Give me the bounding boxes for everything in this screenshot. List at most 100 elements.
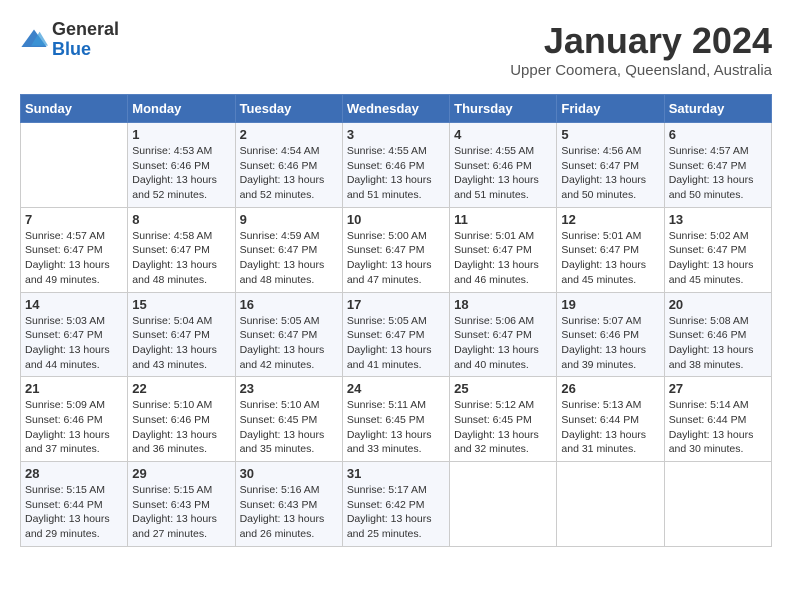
day-number: 22 — [132, 381, 230, 396]
week-row-3: 14 Sunrise: 5:03 AM Sunset: 6:47 PM Dayli… — [21, 292, 772, 377]
day-info: Sunrise: 5:13 AM Sunset: 6:44 PM Dayligh… — [561, 398, 659, 457]
calendar-cell: 16Sunrise: 5:05 AM Sunset: 6:47 PM Dayli… — [235, 292, 342, 377]
calendar-cell — [21, 123, 128, 208]
day-number: 24 — [347, 381, 445, 396]
logo-general: General — [52, 19, 119, 39]
day-number: 12 — [561, 212, 659, 227]
day-info: Sunrise: 5:09 AM Sunset: 6:46 PM Dayligh… — [25, 398, 123, 457]
day-info: Sunrise: 4:55 AM Sunset: 6:46 PM Dayligh… — [347, 144, 445, 203]
day-number: 25 — [454, 381, 552, 396]
calendar-cell: 4Sunrise: 4:55 AM Sunset: 6:46 PM Daylig… — [450, 123, 557, 208]
day-info: Sunrise: 4:58 AM Sunset: 6:47 PM Dayligh… — [132, 229, 230, 288]
day-number: 10 — [347, 212, 445, 227]
day-number: 14 — [25, 297, 123, 312]
day-info: Sunrise: 5:15 AM Sunset: 6:44 PM Dayligh… — [25, 483, 123, 542]
logo-text: General Blue — [52, 20, 119, 60]
calendar-cell: 1 Sunrise: 4:53 AM Sunset: 6:46 PM Daylig… — [128, 123, 235, 208]
calendar-cell: 9 Sunrise: 4:59 AM Sunset: 6:47 PM Daylig… — [235, 207, 342, 292]
calendar-cell — [664, 462, 771, 547]
calendar-cell: 19Sunrise: 5:07 AM Sunset: 6:46 PM Dayli… — [557, 292, 664, 377]
day-number: 27 — [669, 381, 767, 396]
day-info: Sunrise: 4:55 AM Sunset: 6:46 PM Dayligh… — [454, 144, 552, 203]
day-number: 18 — [454, 297, 552, 312]
logo-icon — [20, 26, 48, 54]
day-info: Sunrise: 4:53 AM Sunset: 6:46 PM Dayligh… — [132, 144, 230, 203]
day-info: Sunrise: 5:02 AM Sunset: 6:47 PM Dayligh… — [669, 229, 767, 288]
day-info: Sunrise: 5:01 AM Sunset: 6:47 PM Dayligh… — [454, 229, 552, 288]
day-number: 29 — [132, 466, 230, 481]
day-info: Sunrise: 5:08 AM Sunset: 6:46 PM Dayligh… — [669, 314, 767, 373]
day-number: 9 — [240, 212, 338, 227]
calendar-cell: 25Sunrise: 5:12 AM Sunset: 6:45 PM Dayli… — [450, 377, 557, 462]
day-number: 30 — [240, 466, 338, 481]
week-row-2: 7 Sunrise: 4:57 AM Sunset: 6:47 PM Daylig… — [21, 207, 772, 292]
day-number: 7 — [25, 212, 123, 227]
day-info: Sunrise: 5:04 AM Sunset: 6:47 PM Dayligh… — [132, 314, 230, 373]
calendar-cell: 7 Sunrise: 4:57 AM Sunset: 6:47 PM Daylig… — [21, 207, 128, 292]
calendar-cell: 27Sunrise: 5:14 AM Sunset: 6:44 PM Dayli… — [664, 377, 771, 462]
day-info: Sunrise: 5:06 AM Sunset: 6:47 PM Dayligh… — [454, 314, 552, 373]
calendar-cell: 18 Sunrise: 5:06 AM Sunset: 6:47 PM Dayli… — [450, 292, 557, 377]
day-number: 15 — [132, 297, 230, 312]
logo-blue: Blue — [52, 39, 91, 59]
calendar-cell: 30 Sunrise: 5:16 AM Sunset: 6:43 PM Dayli… — [235, 462, 342, 547]
day-info: Sunrise: 5:11 AM Sunset: 6:45 PM Dayligh… — [347, 398, 445, 457]
weekday-header-thursday: Thursday — [450, 95, 557, 123]
weekday-header-friday: Friday — [557, 95, 664, 123]
day-info: Sunrise: 4:57 AM Sunset: 6:47 PM Dayligh… — [669, 144, 767, 203]
calendar-cell: 22 Sunrise: 5:10 AM Sunset: 6:46 PM Dayli… — [128, 377, 235, 462]
calendar-cell: 10 Sunrise: 5:00 AM Sunset: 6:47 PM Dayli… — [342, 207, 449, 292]
page-header: General Blue January 2024 Upper Coomera,… — [20, 20, 772, 79]
calendar-cell: 15 Sunrise: 5:04 AM Sunset: 6:47 PM Dayli… — [128, 292, 235, 377]
location-subtitle: Upper Coomera, Queensland, Australia — [510, 62, 772, 79]
day-number: 21 — [25, 381, 123, 396]
calendar-cell: 6Sunrise: 4:57 AM Sunset: 6:47 PM Daylig… — [664, 123, 771, 208]
calendar-cell: 8Sunrise: 4:58 AM Sunset: 6:47 PM Daylig… — [128, 207, 235, 292]
calendar-cell: 14 Sunrise: 5:03 AM Sunset: 6:47 PM Dayli… — [21, 292, 128, 377]
day-number: 20 — [669, 297, 767, 312]
day-info: Sunrise: 5:17 AM Sunset: 6:42 PM Dayligh… — [347, 483, 445, 542]
day-info: Sunrise: 5:10 AM Sunset: 6:45 PM Dayligh… — [240, 398, 338, 457]
day-number: 19 — [561, 297, 659, 312]
calendar-table: SundayMondayTuesdayWednesdayThursdayFrid… — [20, 94, 772, 547]
calendar-cell: 23 Sunrise: 5:10 AM Sunset: 6:45 PM Dayli… — [235, 377, 342, 462]
day-info: Sunrise: 5:00 AM Sunset: 6:47 PM Dayligh… — [347, 229, 445, 288]
day-number: 31 — [347, 466, 445, 481]
week-row-4: 21 Sunrise: 5:09 AM Sunset: 6:46 PM Dayli… — [21, 377, 772, 462]
day-number: 28 — [25, 466, 123, 481]
calendar-cell: 21 Sunrise: 5:09 AM Sunset: 6:46 PM Dayli… — [21, 377, 128, 462]
day-info: Sunrise: 4:54 AM Sunset: 6:46 PM Dayligh… — [240, 144, 338, 203]
day-number: 5 — [561, 127, 659, 142]
day-number: 1 — [132, 127, 230, 142]
day-number: 13 — [669, 212, 767, 227]
day-info: Sunrise: 4:59 AM Sunset: 6:47 PM Dayligh… — [240, 229, 338, 288]
calendar-cell: 11Sunrise: 5:01 AM Sunset: 6:47 PM Dayli… — [450, 207, 557, 292]
day-info: Sunrise: 5:16 AM Sunset: 6:43 PM Dayligh… — [240, 483, 338, 542]
title-block: January 2024 Upper Coomera, Queensland, … — [510, 20, 772, 79]
day-info: Sunrise: 5:05 AM Sunset: 6:47 PM Dayligh… — [347, 314, 445, 373]
calendar-cell: 26Sunrise: 5:13 AM Sunset: 6:44 PM Dayli… — [557, 377, 664, 462]
calendar-cell: 2Sunrise: 4:54 AM Sunset: 6:46 PM Daylig… — [235, 123, 342, 208]
weekday-header-saturday: Saturday — [664, 95, 771, 123]
calendar-body: 1 Sunrise: 4:53 AM Sunset: 6:46 PM Daylig… — [21, 123, 772, 547]
calendar-cell — [557, 462, 664, 547]
calendar-cell: 5Sunrise: 4:56 AM Sunset: 6:47 PM Daylig… — [557, 123, 664, 208]
calendar-cell: 31 Sunrise: 5:17 AM Sunset: 6:42 PM Dayli… — [342, 462, 449, 547]
calendar-cell: 20 Sunrise: 5:08 AM Sunset: 6:46 PM Dayli… — [664, 292, 771, 377]
day-info: Sunrise: 5:01 AM Sunset: 6:47 PM Dayligh… — [561, 229, 659, 288]
calendar-header-row: SundayMondayTuesdayWednesdayThursdayFrid… — [21, 95, 772, 123]
weekday-header-monday: Monday — [128, 95, 235, 123]
day-number: 16 — [240, 297, 338, 312]
day-info: Sunrise: 5:03 AM Sunset: 6:47 PM Dayligh… — [25, 314, 123, 373]
calendar-cell: 24 Sunrise: 5:11 AM Sunset: 6:45 PM Dayli… — [342, 377, 449, 462]
calendar-cell: 12 Sunrise: 5:01 AM Sunset: 6:47 PM Dayli… — [557, 207, 664, 292]
day-info: Sunrise: 4:57 AM Sunset: 6:47 PM Dayligh… — [25, 229, 123, 288]
calendar-cell — [450, 462, 557, 547]
weekday-header-tuesday: Tuesday — [235, 95, 342, 123]
month-title: January 2024 — [510, 20, 772, 62]
day-number: 23 — [240, 381, 338, 396]
calendar-cell: 17Sunrise: 5:05 AM Sunset: 6:47 PM Dayli… — [342, 292, 449, 377]
day-info: Sunrise: 5:10 AM Sunset: 6:46 PM Dayligh… — [132, 398, 230, 457]
calendar-cell: 28 Sunrise: 5:15 AM Sunset: 6:44 PM Dayli… — [21, 462, 128, 547]
logo: General Blue — [20, 20, 119, 60]
